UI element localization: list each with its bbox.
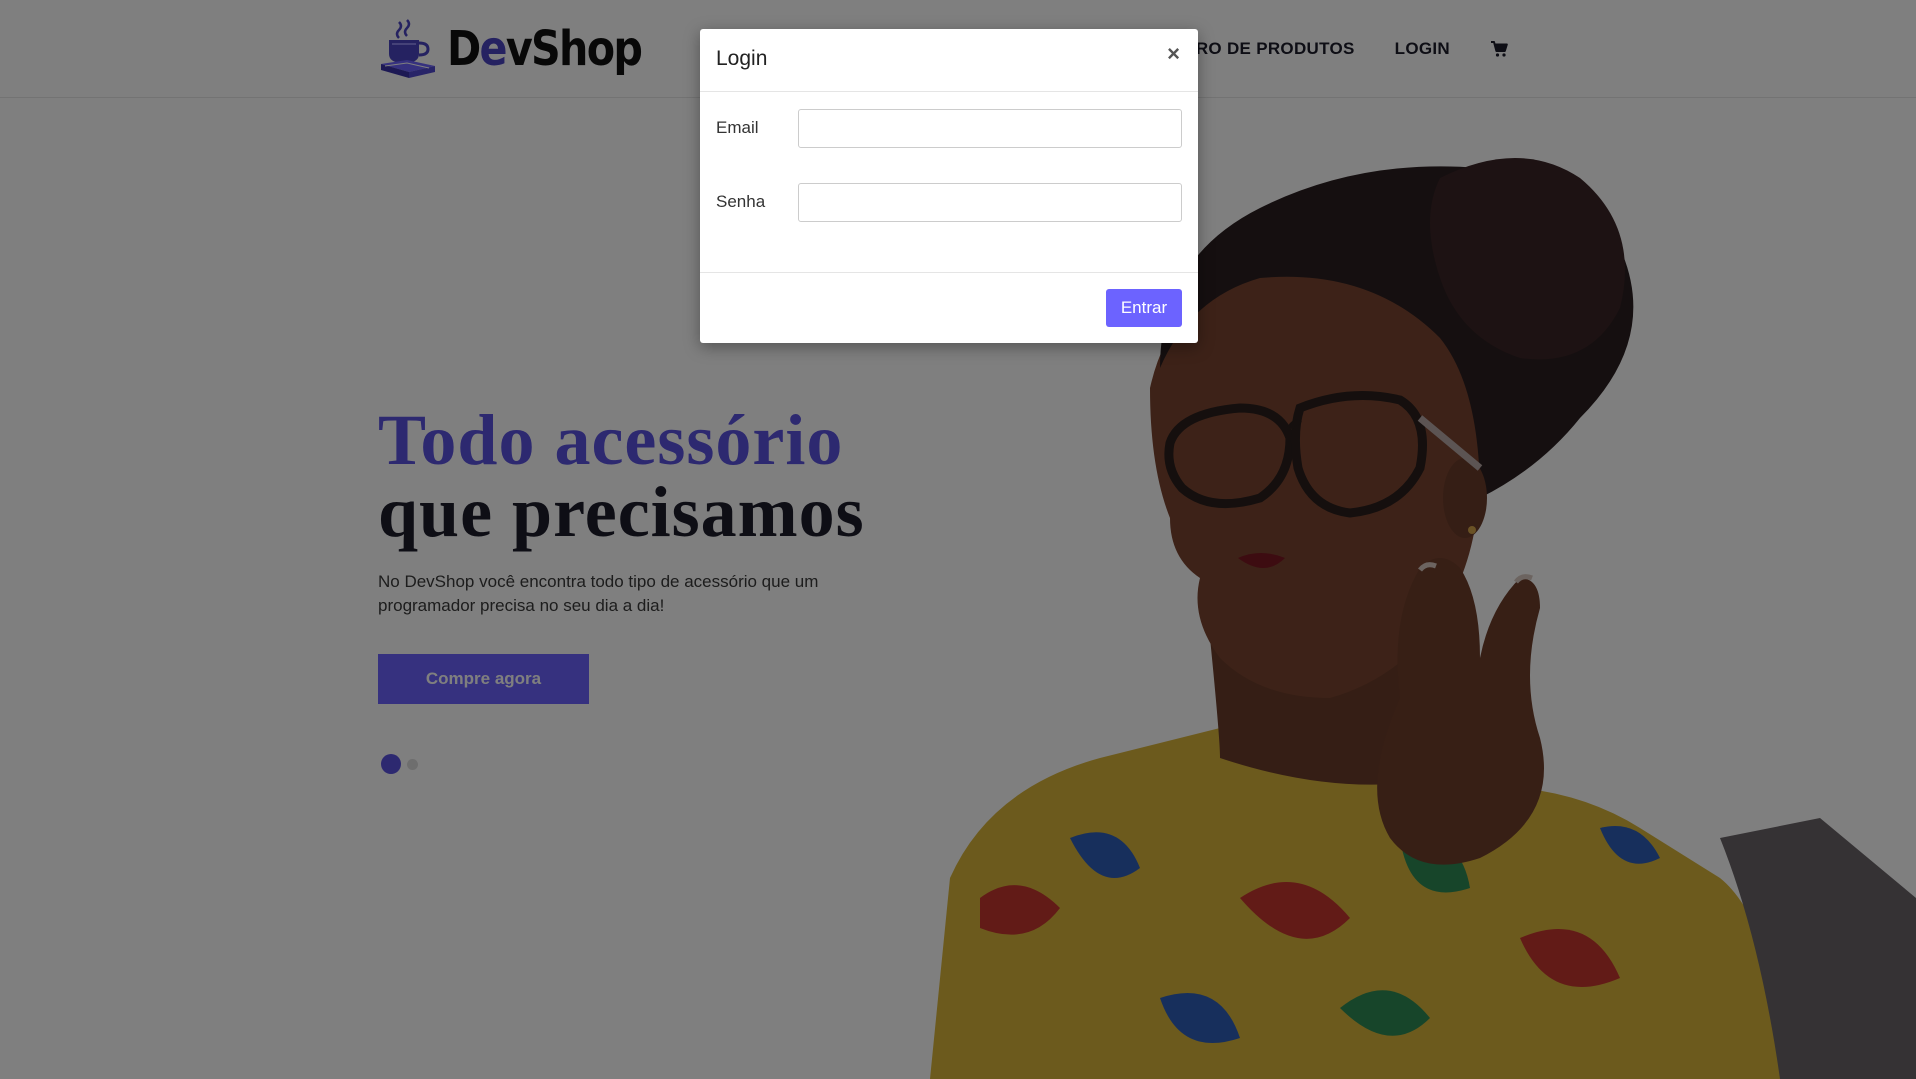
entrar-button[interactable]: Entrar — [1106, 289, 1182, 327]
email-label: Email — [716, 118, 759, 137]
modal-footer: Entrar — [700, 272, 1198, 343]
modal-title: Login — [716, 47, 768, 70]
email-row: Email — [716, 108, 1182, 148]
senha-field[interactable] — [798, 182, 1182, 222]
modal-body: Email Senha — [700, 92, 1198, 272]
close-icon[interactable]: × — [1167, 43, 1180, 65]
email-field[interactable] — [798, 108, 1182, 148]
modal-header: Login × — [700, 29, 1198, 92]
senha-label: Senha — [716, 192, 766, 211]
senha-row: Senha — [716, 182, 1182, 222]
login-modal: Login × Email Senha Entrar — [700, 29, 1198, 343]
